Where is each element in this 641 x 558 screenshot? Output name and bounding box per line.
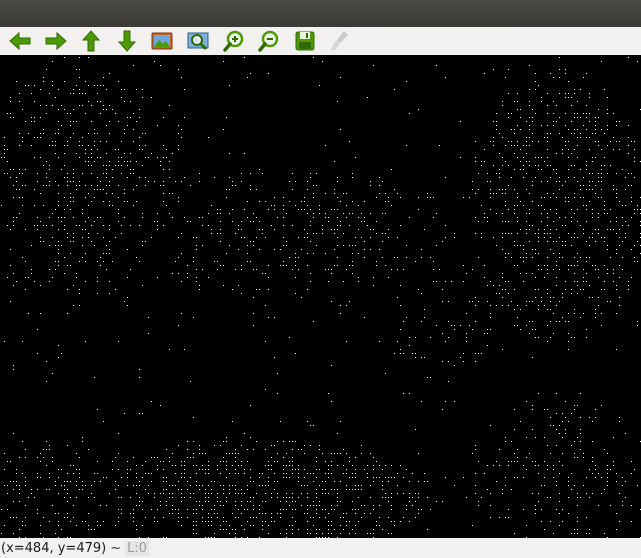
- zoom-in-icon: [222, 30, 243, 52]
- forward-button[interactable]: [42, 28, 70, 54]
- image-button[interactable]: [148, 28, 176, 54]
- toolbar: [0, 27, 641, 55]
- clear-button[interactable]: [326, 28, 354, 54]
- image-icon: [151, 32, 173, 50]
- back-button[interactable]: [6, 28, 34, 54]
- save-icon: [295, 31, 315, 51]
- cursor-coordinates: (x=484, y=479): [1, 540, 107, 556]
- zoom-out-icon: [258, 30, 279, 52]
- status-bar: (x=484, y=479) ~ L:0: [0, 538, 641, 558]
- down-button[interactable]: [113, 28, 141, 54]
- window-titlebar[interactable]: [0, 0, 641, 27]
- status-separator: ~: [110, 540, 122, 556]
- up-button[interactable]: [77, 28, 105, 54]
- arrow-left-icon: [9, 31, 31, 51]
- zoom-out-button[interactable]: [255, 28, 283, 54]
- arrow-up-icon: [82, 30, 101, 52]
- arrow-down-icon: [117, 30, 136, 52]
- zoom-fit-button[interactable]: [184, 28, 212, 54]
- ascii-noise-image: [1, 57, 641, 538]
- zoom-fit-icon: [187, 32, 209, 51]
- level-indicator: L:0: [125, 540, 150, 556]
- brush-icon: [331, 31, 349, 51]
- zoom-in-button[interactable]: [220, 28, 248, 54]
- image-canvas[interactable]: [0, 55, 641, 538]
- save-button[interactable]: [291, 28, 319, 54]
- arrow-right-icon: [45, 31, 67, 51]
